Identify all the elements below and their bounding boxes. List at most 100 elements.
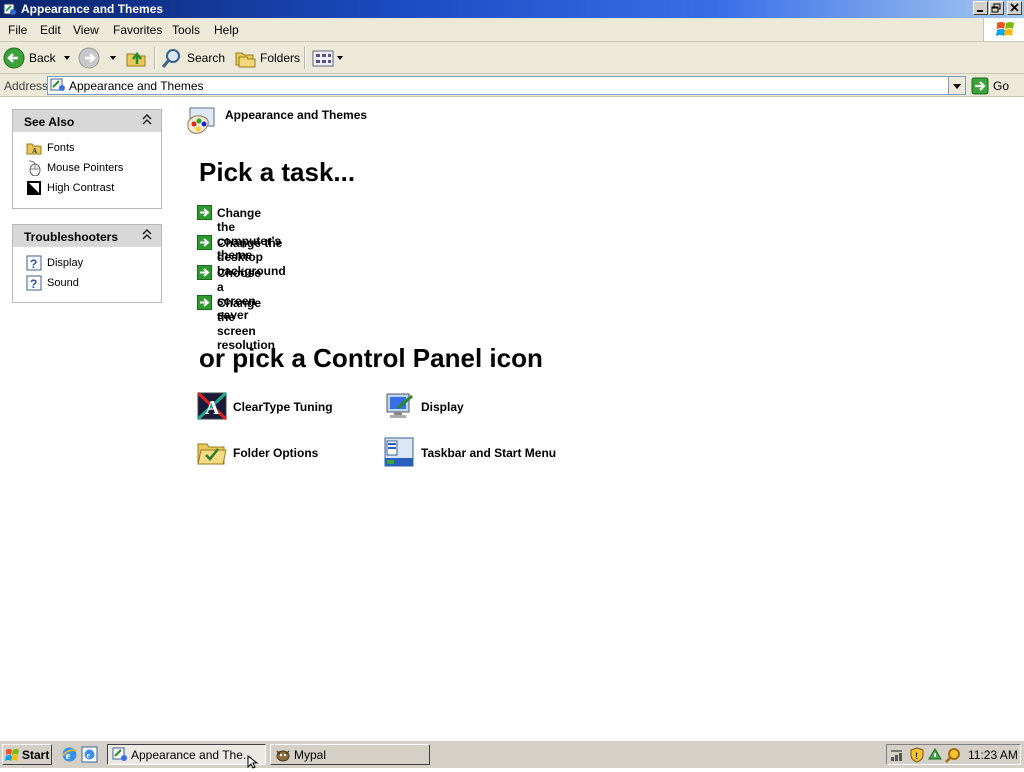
toolbar-separator <box>304 47 306 69</box>
control-panel-icon <box>50 78 66 95</box>
go-button[interactable]: Go <box>971 76 1009 95</box>
system-tray: ! 11:23 AM <box>886 744 1021 765</box>
forward-dropdown-icon[interactable] <box>110 56 116 60</box>
taskbar-window-mypal[interactable]: Mypal <box>270 744 430 765</box>
go-label: Go <box>993 78 1010 93</box>
up-folder-button[interactable] <box>125 46 147 70</box>
svg-text:?: ? <box>30 257 37 271</box>
green-arrow-icon <box>197 295 212 313</box>
folders-label: Folders <box>260 51 301 65</box>
menu-bar: File Edit View Favorites Tools Help <box>0 18 1024 42</box>
taskbar-icon <box>384 437 416 471</box>
troubleshooters-header[interactable]: Troubleshooters <box>13 225 161 247</box>
mouse-icon <box>26 160 42 179</box>
ie-quick-launch-icon[interactable]: e <box>61 746 78 766</box>
cp-icon-folder-options[interactable]: Folder Options <box>196 436 346 470</box>
window-title: Appearance and Themes <box>21 2 164 16</box>
collapse-chevron-icon[interactable] <box>142 113 152 129</box>
troubleshooter-label: Sound <box>47 277 79 289</box>
see-also-item-high-contrast[interactable]: High Contrast <box>13 179 161 199</box>
menu-view[interactable]: View <box>73 23 99 37</box>
see-also-label: Mouse Pointers <box>47 162 124 174</box>
address-label: Address <box>4 79 49 93</box>
see-also-pane: See Also A Fonts Mouse Pointers High Con… <box>12 109 162 209</box>
close-button[interactable] <box>1007 1 1022 15</box>
see-also-item-fonts[interactable]: A Fonts <box>13 139 161 159</box>
address-value: Appearance and Themes <box>69 79 204 93</box>
category-title: Appearance and Themes <box>225 108 368 122</box>
troubleshooter-label: Display <box>47 257 84 269</box>
update-icon[interactable] <box>927 747 943 766</box>
see-also-header[interactable]: See Also <box>13 110 161 132</box>
green-arrow-icon <box>197 235 212 253</box>
control-panel-icon <box>3 2 17 16</box>
display-monitor-icon <box>384 393 416 425</box>
taskbar-window-appearance-themes[interactable]: Appearance and The... <box>107 744 266 765</box>
collapse-chevron-icon[interactable] <box>142 228 152 244</box>
troubleshooters-pane: Troubleshooters ? Display ? Sound <box>12 224 162 303</box>
control-panel-icon <box>112 747 128 766</box>
menu-tools[interactable]: Tools <box>172 23 200 37</box>
cp-icon-label: ClearType Tuning <box>233 400 333 414</box>
up-folder-icon <box>126 51 146 67</box>
mypal-app-icon <box>275 747 291 766</box>
menu-edit[interactable]: Edit <box>40 23 61 37</box>
search-tray-icon[interactable] <box>945 747 961 766</box>
troubleshooter-item-display[interactable]: ? Display <box>13 254 161 274</box>
taskbar: Start e e Appearance and The... Mypal ! … <box>0 740 1024 769</box>
taskbar-window-label: Appearance and The... <box>131 748 253 762</box>
start-button[interactable]: Start <box>2 744 52 765</box>
views-button[interactable] <box>312 46 343 70</box>
toolbar: Back Search Folders <box>0 42 1024 74</box>
svg-text:?: ? <box>30 277 37 291</box>
svg-text:e: e <box>87 751 91 760</box>
back-arrow-icon <box>3 47 25 69</box>
views-dropdown-icon[interactable] <box>337 56 343 60</box>
address-dropdown-button[interactable] <box>948 77 965 94</box>
pick-task-heading: Pick a task... <box>199 157 356 187</box>
see-also-item-mouse-pointers[interactable]: Mouse Pointers <box>13 159 161 179</box>
search-label: Search <box>187 51 226 65</box>
browser-quick-launch-icon[interactable]: e <box>81 746 98 766</box>
security-shield-icon[interactable]: ! <box>909 747 925 766</box>
address-bar: Address Appearance and Themes Go <box>0 74 1024 97</box>
cp-icon-label: Taskbar and Start Menu <box>421 446 557 460</box>
back-button[interactable]: Back <box>3 46 70 70</box>
windows-flag-icon <box>5 747 21 766</box>
green-arrow-icon <box>197 265 212 283</box>
mouse-cursor-icon <box>247 754 259 772</box>
cp-icon-display[interactable]: Display <box>384 390 504 424</box>
high-contrast-icon <box>26 180 42 199</box>
minimize-button[interactable] <box>973 1 988 15</box>
network-icon[interactable] <box>890 748 906 765</box>
clock: 11:23 AM <box>968 748 1018 762</box>
restore-button[interactable] <box>989 1 1004 15</box>
back-label: Back <box>29 51 56 65</box>
help-question-icon: ? <box>26 255 42 274</box>
menu-help[interactable]: Help <box>214 23 239 37</box>
taskbar-window-label: Mypal <box>294 748 327 762</box>
see-also-title: See Also <box>24 115 75 129</box>
back-dropdown-icon[interactable] <box>63 56 70 60</box>
folders-button[interactable]: Folders <box>234 46 300 70</box>
troubleshooter-item-sound[interactable]: ? Sound <box>13 274 161 294</box>
svg-text:!: ! <box>915 751 918 761</box>
menu-favorites[interactable]: Favorites <box>113 23 162 37</box>
cp-icon-taskbar-start-menu[interactable]: Taskbar and Start Menu <box>384 436 574 470</box>
search-icon <box>161 49 180 68</box>
cp-icon-label: Folder Options <box>233 446 319 460</box>
forward-arrow-icon <box>78 47 100 69</box>
appearance-themes-icon <box>184 104 220 141</box>
folder-options-icon <box>196 443 228 471</box>
cp-icon-cleartype-tuning[interactable]: A ClearType Tuning <box>196 390 346 424</box>
go-arrow-icon <box>971 77 989 94</box>
views-icon <box>312 50 334 67</box>
forward-button[interactable] <box>78 46 116 70</box>
menu-file[interactable]: File <box>8 23 27 37</box>
pick-icon-heading: or pick a Control Panel icon <box>199 343 543 373</box>
address-input[interactable]: Appearance and Themes <box>47 76 966 95</box>
help-question-icon: ? <box>26 275 42 294</box>
search-button[interactable]: Search <box>161 46 225 70</box>
title-bar[interactable]: Appearance and Themes <box>0 0 1024 18</box>
green-arrow-icon <box>197 205 212 223</box>
